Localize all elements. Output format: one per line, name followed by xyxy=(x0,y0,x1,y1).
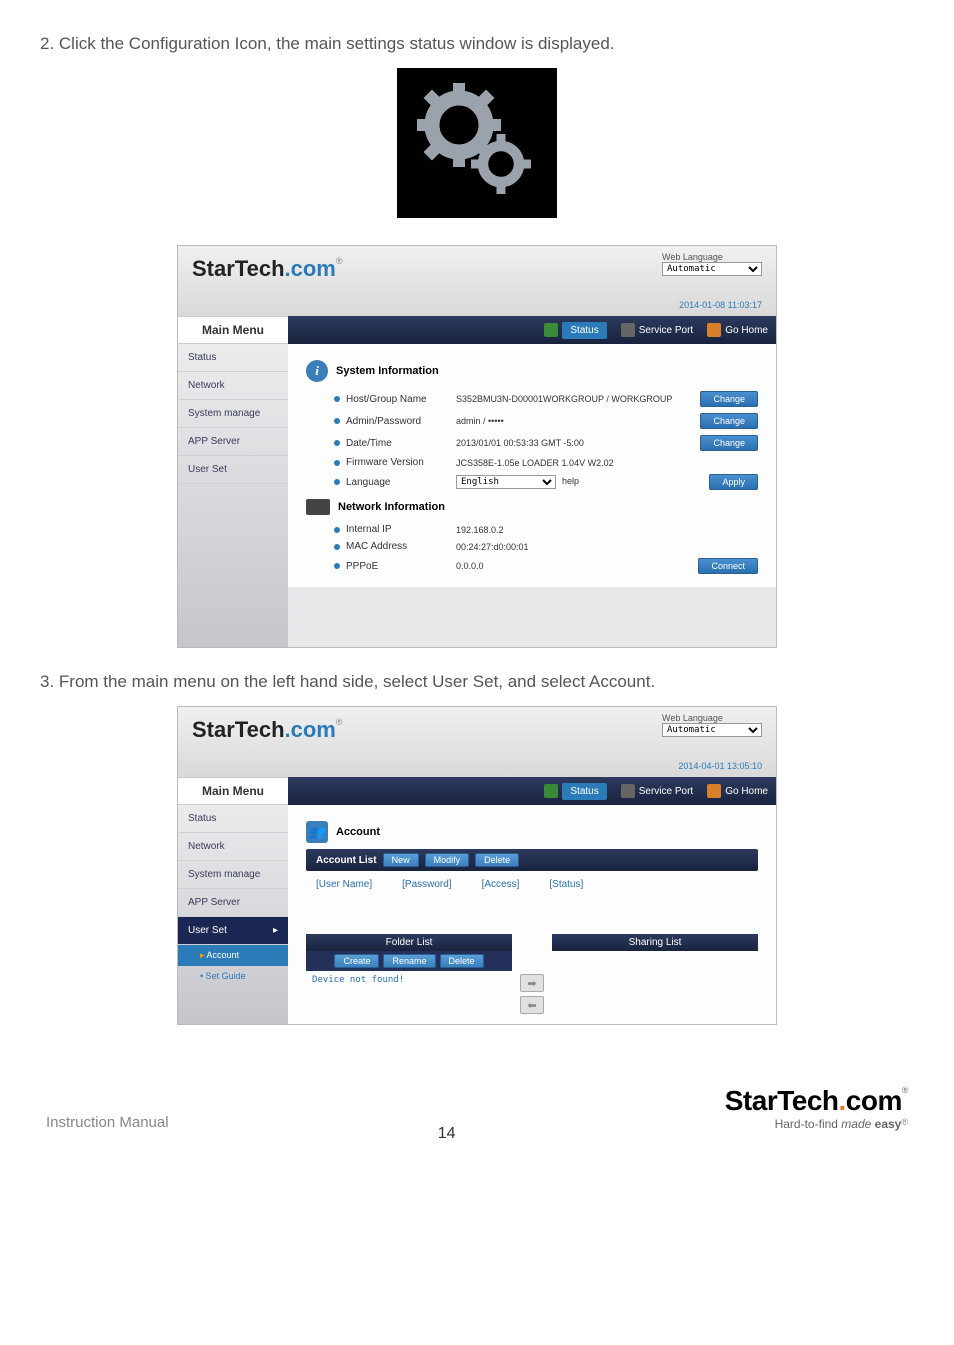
col-user-name: [User Name] xyxy=(316,879,372,890)
sidebar-item-network[interactable]: Network xyxy=(178,372,288,400)
instruction-step-3: 3. From the main menu on the left hand s… xyxy=(40,672,914,692)
home-icon xyxy=(707,323,721,337)
timestamp: 2014-01-08 11:03:17 xyxy=(679,300,762,310)
sidebar-item-status[interactable]: Status xyxy=(178,805,288,833)
internal-ip-label: Internal IP xyxy=(346,524,456,535)
arrow-left-button[interactable]: ⬅ xyxy=(520,996,544,1014)
web-language-select[interactable]: Automatic xyxy=(662,262,762,276)
section-network-information: Network Information xyxy=(306,499,758,515)
rename-button[interactable]: Rename xyxy=(383,954,435,968)
page-number: 14 xyxy=(169,1125,725,1143)
mac-address-label: MAC Address xyxy=(346,541,456,552)
footer-instruction-manual: Instruction Manual xyxy=(46,1114,169,1131)
create-button[interactable]: Create xyxy=(334,954,379,968)
language-label: Language xyxy=(346,477,456,488)
sidebar-item-status[interactable]: Status xyxy=(178,344,288,372)
host-group-name-label: Host/Group Name xyxy=(346,394,456,405)
sidebar-item-user-set[interactable]: User Set xyxy=(178,456,288,484)
sidebar: Main Menu Status Network System manage A… xyxy=(178,777,288,1024)
pppoe-value: 0.0.0.0 xyxy=(456,561,698,571)
status-icon xyxy=(544,784,558,798)
web-language-label: Web Language xyxy=(662,252,762,262)
user-icon: 👥 xyxy=(306,821,328,843)
status-icon xyxy=(544,323,558,337)
main-menu-header: Main Menu xyxy=(178,316,288,344)
tab-service-port[interactable]: Service Port xyxy=(621,323,693,337)
connect-button[interactable]: Connect xyxy=(698,558,758,574)
tab-go-home[interactable]: Go Home xyxy=(707,784,768,798)
apply-button[interactable]: Apply xyxy=(709,474,758,490)
sidebar-item-system-manage[interactable]: System manage xyxy=(178,400,288,428)
info-icon: i xyxy=(306,360,328,382)
language-select[interactable]: English xyxy=(456,475,556,489)
col-password: [Password] xyxy=(402,879,451,890)
delete-button[interactable]: Delete xyxy=(475,853,519,867)
admin-password-label: Admin/Password xyxy=(346,416,456,427)
tab-status[interactable]: Status xyxy=(544,783,606,800)
sidebar-sub-account[interactable]: ▸ Account xyxy=(178,945,288,966)
tab-go-home[interactable]: Go Home xyxy=(707,323,768,337)
new-button[interactable]: New xyxy=(383,853,419,867)
arrow-right-button[interactable]: ➡ xyxy=(520,974,544,992)
date-time-value: 2013/01/01 00:53:33 GMT -5:00 xyxy=(456,438,700,448)
col-status: [Status] xyxy=(549,879,583,890)
date-time-label: Date/Time xyxy=(346,438,456,449)
instruction-step-2: 2. Click the Configuration Icon, the mai… xyxy=(40,34,914,54)
firmware-version-value: JCS358E-1.05e LOADER 1.04V W2.02 xyxy=(456,458,758,468)
sidebar-item-user-set[interactable]: User Set▸ xyxy=(178,917,288,945)
sharing-list-header: Sharing List xyxy=(552,934,758,951)
sidebar-item-network[interactable]: Network xyxy=(178,833,288,861)
internal-ip-value: 192.168.0.2 xyxy=(456,525,758,535)
folder-list-message: Device not found! xyxy=(306,971,512,989)
timestamp: 2014-04-01 13:05:10 xyxy=(678,761,762,771)
firmware-version-label: Firmware Version xyxy=(346,457,456,468)
web-language-select[interactable]: Automatic xyxy=(662,723,762,737)
help-link[interactable]: help xyxy=(562,476,579,486)
section-system-information: iSystem Information xyxy=(306,360,758,382)
change-host-button[interactable]: Change xyxy=(700,391,758,407)
sidebar-item-app-server[interactable]: APP Server xyxy=(178,428,288,456)
change-admin-button[interactable]: Change xyxy=(700,413,758,429)
sidebar-sub-set-guide[interactable]: • Set Guide xyxy=(178,966,288,986)
sidebar-item-app-server[interactable]: APP Server xyxy=(178,889,288,917)
tab-service-port[interactable]: Service Port xyxy=(621,784,693,798)
change-date-button[interactable]: Change xyxy=(700,435,758,451)
delete-folder-button[interactable]: Delete xyxy=(440,954,484,968)
screenshot-account-window: StarTech.com® Web Language Automatic 201… xyxy=(177,706,777,1025)
folder-list-header: Folder List xyxy=(306,934,512,951)
admin-password-value: admin / ••••• xyxy=(456,416,700,426)
pppoe-label: PPPoE xyxy=(346,561,456,572)
tab-status[interactable]: Status xyxy=(544,322,606,339)
col-access: [Access] xyxy=(482,879,520,890)
host-group-name-value: S352BMU3N-D00001WORKGROUP / WORKGROUP xyxy=(456,394,700,404)
network-icon xyxy=(306,499,330,515)
sidebar-item-system-manage[interactable]: System manage xyxy=(178,861,288,889)
web-language-label: Web Language xyxy=(662,713,762,723)
account-list-bar: Account List New Modify Delete xyxy=(306,849,758,871)
account-table-header: [User Name] [Password] [Access] [Status] xyxy=(306,875,758,894)
sidebar: Main Menu Status Network System manage A… xyxy=(178,316,288,647)
modify-button[interactable]: Modify xyxy=(425,853,470,867)
home-icon xyxy=(707,784,721,798)
configuration-icon-image xyxy=(40,68,914,223)
gear-icon xyxy=(621,784,635,798)
gear-icon xyxy=(621,323,635,337)
mac-address-value: 00:24:27:d0:00:01 xyxy=(456,542,758,552)
section-account: 👥Account xyxy=(306,821,758,843)
footer-logo: StarTech.com® Hard-to-find made easy® xyxy=(725,1085,908,1131)
screenshot-status-window: StarTech.com® Web Language Automatic 201… xyxy=(177,245,777,648)
main-menu-header: Main Menu xyxy=(178,777,288,805)
